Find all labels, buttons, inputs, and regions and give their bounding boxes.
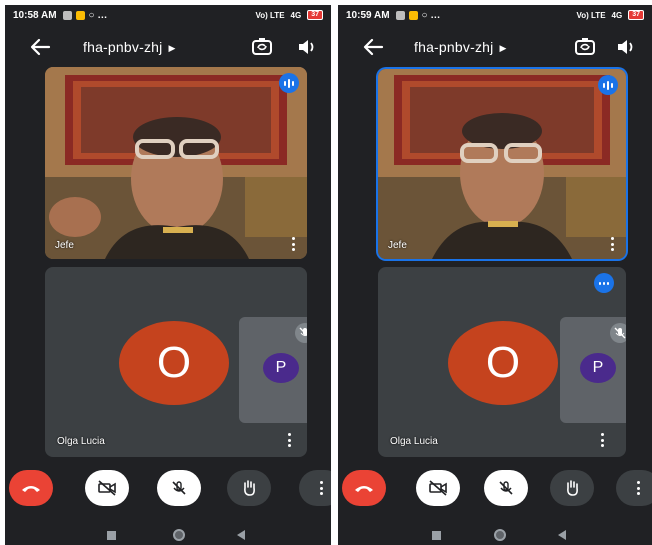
more-options-button[interactable] [299, 470, 331, 506]
mic-toggle-button[interactable] [484, 470, 528, 506]
call-controls [338, 470, 652, 510]
status-time: 10:59 AM [346, 9, 390, 21]
camera-switch-icon[interactable] [574, 37, 596, 57]
participant-tile-second[interactable]: O P Olga Lucia [378, 267, 626, 457]
participant-name: Jefe [55, 240, 74, 251]
meet-screen-1: 10:58 AM ○ … Vo) LTE 4G 37 fha-pnbv-zhj ▶ [5, 5, 331, 545]
camera-toggle-button[interactable] [416, 470, 460, 506]
mic-off-icon [295, 323, 307, 343]
home-nav-icon[interactable] [494, 529, 506, 541]
system-navigation-bar [338, 525, 652, 545]
home-nav-icon[interactable] [173, 529, 185, 541]
self-avatar: P [263, 353, 299, 383]
system-navigation-bar [5, 525, 331, 545]
mic-off-icon [499, 481, 513, 495]
notification-icons: ○ … [395, 9, 441, 21]
self-avatar-letter: P [275, 359, 287, 376]
camera-off-icon [429, 480, 447, 496]
avatar: O [448, 321, 558, 405]
camera-toggle-button[interactable] [85, 470, 129, 506]
signal-label: 4G [611, 10, 623, 20]
participant-tile-second[interactable]: O P Olga Lucia [45, 267, 307, 457]
more-vert-icon[interactable] [600, 433, 604, 447]
phone-hangup-icon [22, 486, 40, 492]
participant-video [378, 69, 626, 259]
participant-tile-main[interactable]: Jefe [378, 69, 626, 259]
participant-video [45, 67, 307, 259]
camera-switch-icon[interactable] [251, 37, 273, 57]
meet-screen-2: 10:59 AM ○ … Vo) LTE 4G 37 fha-pnbv-zhj ▶ [338, 5, 652, 545]
speaking-indicator-icon [598, 75, 618, 95]
avatar-letter: O [485, 338, 521, 387]
notification-icon [62, 10, 72, 20]
battery-icon: 37 [307, 10, 323, 20]
participant-name: Olga Lucia [57, 436, 105, 447]
arrow-left-icon[interactable] [362, 37, 384, 57]
raise-hand-icon [244, 480, 255, 496]
message-icon [75, 10, 85, 20]
status-right: Vo) LTE 4G 37 [576, 10, 644, 20]
recents-nav-icon[interactable] [107, 531, 116, 540]
camera-off-icon [98, 480, 116, 496]
avatar: O [119, 321, 229, 405]
signal-label: 4G [290, 10, 302, 20]
back-nav-icon[interactable] [558, 530, 566, 540]
end-call-button[interactable] [9, 470, 53, 506]
meeting-code[interactable]: fha-pnbv-zhj ▶ [414, 39, 507, 55]
speaking-indicator-icon [594, 273, 614, 293]
more-options-button[interactable] [616, 470, 652, 506]
notification-more-icon: ○ … [88, 9, 108, 21]
more-vert-icon [319, 481, 323, 495]
raise-hand-button[interactable] [227, 470, 271, 506]
back-nav-icon[interactable] [237, 530, 245, 540]
meeting-code-text: fha-pnbv-zhj [414, 39, 494, 55]
battery-icon: 37 [628, 10, 644, 20]
self-view-tile[interactable]: P [560, 317, 626, 423]
notification-icons: ○ … [62, 9, 108, 21]
self-view-tile[interactable]: P [239, 317, 307, 423]
recents-nav-icon[interactable] [432, 531, 441, 540]
status-time: 10:58 AM [13, 9, 57, 21]
notification-icon [395, 10, 405, 20]
chevron-right-icon: ▶ [499, 42, 507, 53]
call-controls [5, 470, 331, 510]
status-bar: 10:59 AM ○ … Vo) LTE 4G 37 [338, 5, 652, 25]
more-vert-icon [636, 481, 640, 495]
mic-off-icon [610, 323, 626, 343]
raise-hand-icon [567, 480, 578, 496]
status-bar: 10:58 AM ○ … Vo) LTE 4G 37 [5, 5, 331, 25]
meeting-header: fha-pnbv-zhj ▶ [338, 31, 652, 63]
participant-tile-main[interactable]: Jefe [45, 67, 307, 259]
more-vert-icon[interactable] [291, 237, 295, 251]
network-label: Vo) LTE [576, 10, 606, 20]
notification-more-icon: ○ … [421, 9, 441, 21]
raise-hand-button[interactable] [550, 470, 594, 506]
meeting-code-text: fha-pnbv-zhj [83, 39, 163, 55]
chevron-right-icon: ▶ [168, 42, 176, 53]
more-vert-icon[interactable] [610, 237, 614, 251]
avatar-letter: O [156, 338, 192, 387]
self-avatar: P [580, 353, 616, 383]
speaking-indicator-icon [279, 73, 299, 93]
participant-name: Jefe [388, 240, 407, 251]
status-right: Vo) LTE 4G 37 [255, 10, 323, 20]
phone-hangup-icon [355, 486, 373, 492]
self-avatar-letter: P [592, 359, 604, 376]
participant-name: Olga Lucia [390, 436, 438, 447]
end-call-button[interactable] [342, 470, 386, 506]
mic-toggle-button[interactable] [157, 470, 201, 506]
arrow-left-icon[interactable] [29, 37, 51, 57]
speaker-icon[interactable] [297, 37, 317, 57]
speaker-icon[interactable] [616, 37, 636, 57]
meeting-header: fha-pnbv-zhj ▶ [5, 31, 331, 63]
mic-off-icon [172, 481, 186, 495]
network-label: Vo) LTE [255, 10, 285, 20]
message-icon [408, 10, 418, 20]
more-vert-icon[interactable] [287, 433, 291, 447]
meeting-code[interactable]: fha-pnbv-zhj ▶ [83, 39, 176, 55]
